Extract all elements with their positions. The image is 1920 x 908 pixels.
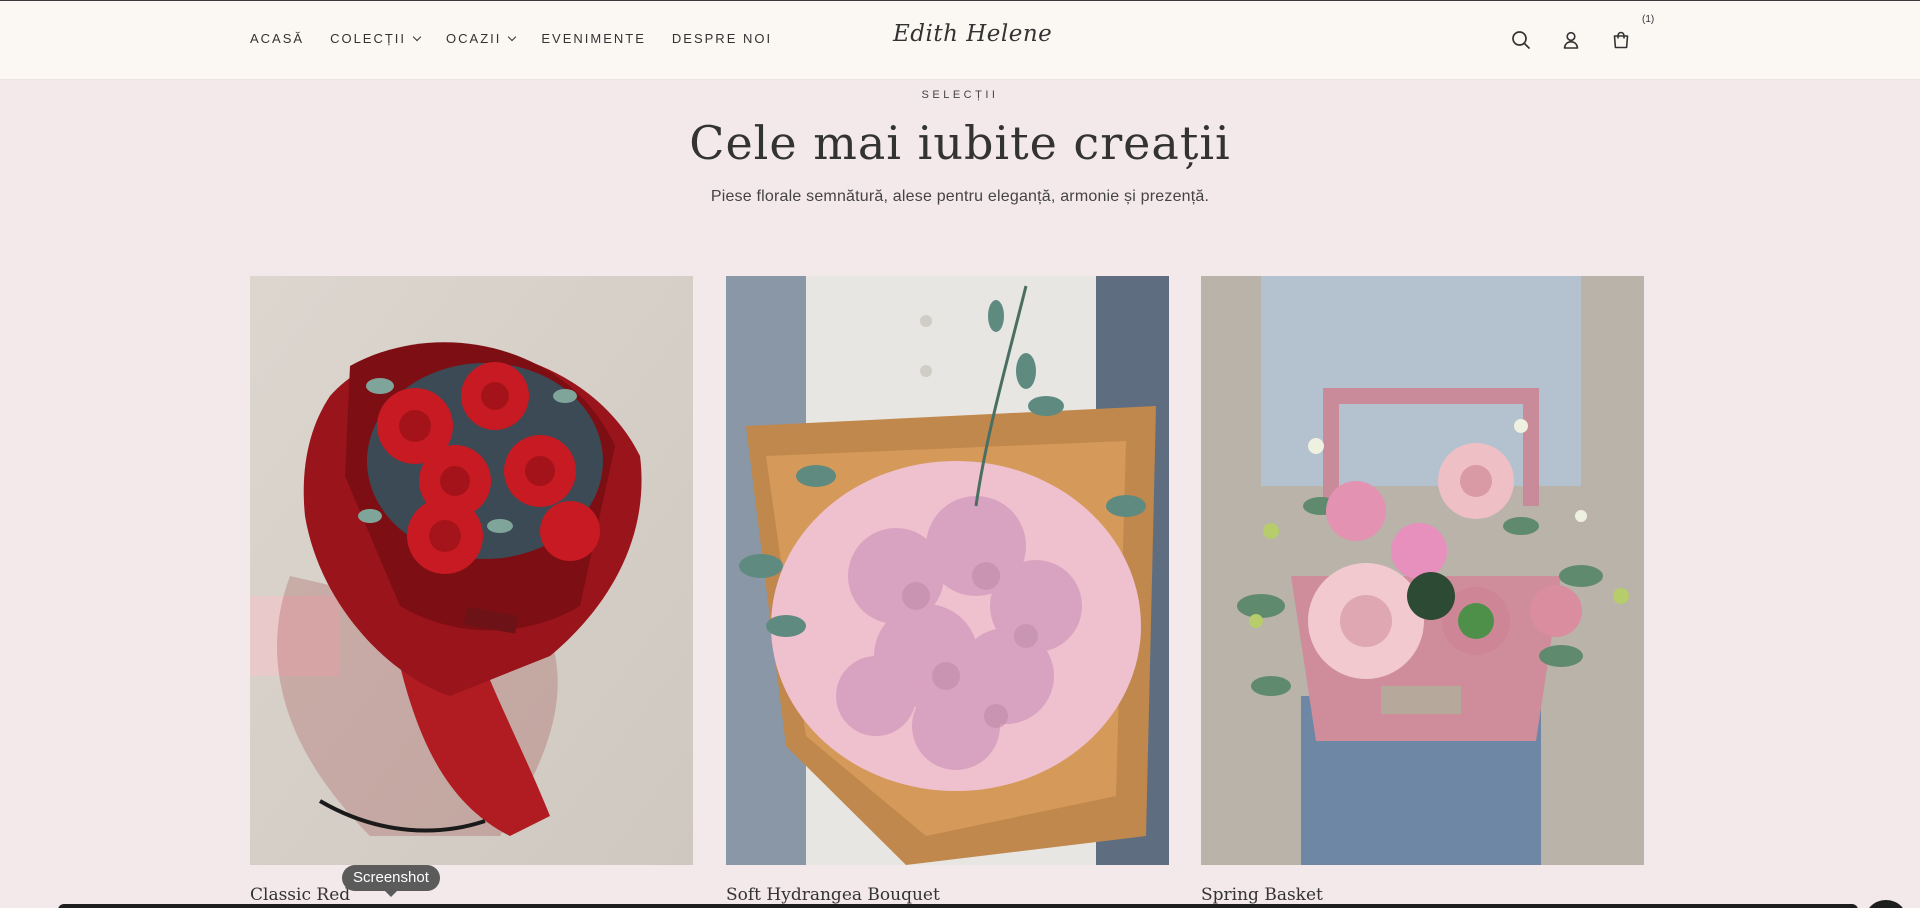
overlay-toolbar[interactable]: [58, 904, 1858, 908]
nav-item-label: DESPRE NOI: [671, 31, 773, 46]
product-name[interactable]: Classic Red: [250, 885, 693, 905]
section-eyebrow: SELECȚII: [921, 89, 999, 101]
product-image-classic-red[interactable]: [250, 276, 693, 865]
product-image-spring-basket[interactable]: [1201, 276, 1644, 865]
product-name[interactable]: Soft Hydrangea Bouquet: [726, 885, 1169, 905]
chevron-down-icon: [508, 32, 517, 41]
product-name[interactable]: Spring Basket: [1201, 885, 1644, 905]
nav-item-evenimente[interactable]: EVENIMENTE: [541, 31, 646, 46]
section-subtitle: Piese florale semnătură, alese pentru el…: [710, 188, 1210, 205]
nav-item-label: EVENIMENTE: [541, 31, 646, 46]
section-title: Cele mai iubite creații: [689, 116, 1231, 170]
nav-item-despre-noi[interactable]: DESPRE NOI: [672, 31, 772, 46]
chevron-down-icon: [412, 32, 422, 41]
cart-count-badge: (1): [1642, 14, 1655, 25]
nav-item-label: ACASĂ: [250, 31, 305, 46]
product-card: Classic Red: [250, 276, 693, 905]
site-header: ACASĂ COLECȚII OCAZII EVENIMENTE DESPRE …: [0, 0, 1920, 80]
screenshot-tooltip: Screenshot: [342, 865, 440, 897]
nav-item-label: OCAZII: [446, 31, 502, 46]
nav-item-colectii[interactable]: COLECȚII: [330, 31, 422, 46]
nav-item-ocazii[interactable]: OCAZII: [446, 31, 517, 46]
overlay-round-button[interactable]: [1864, 900, 1908, 908]
nav-item-acasa[interactable]: ACASĂ: [250, 31, 304, 46]
cart-icon[interactable]: [1610, 29, 1632, 51]
brand-logo[interactable]: Edith Helene: [893, 21, 1052, 47]
product-image-soft-hydrangea-bouquet[interactable]: [726, 276, 1169, 865]
main-nav: ACASĂ COLECȚII OCAZII EVENIMENTE DESPRE …: [250, 31, 798, 46]
product-card: Spring Basket: [1201, 276, 1644, 905]
product-card: Soft Hydrangea Bouquet: [726, 276, 1169, 905]
account-icon[interactable]: [1560, 29, 1582, 51]
nav-item-label: COLECȚII: [330, 31, 407, 46]
search-icon[interactable]: [1510, 29, 1532, 51]
